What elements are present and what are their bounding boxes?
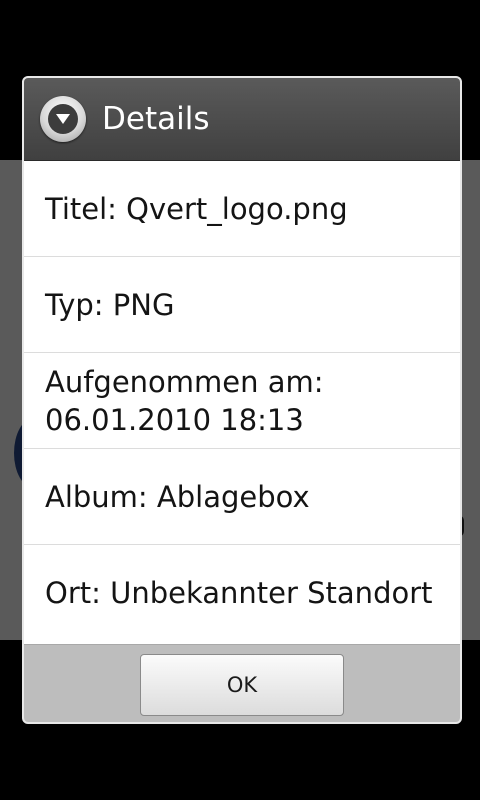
detail-row-date-taken: Aufgenommen am: 06.01.2010 18:13 [24, 353, 460, 449]
detail-row-location: Ort: Unbekannter Standort [24, 545, 460, 641]
details-list[interactable]: Titel: Qvert_logo.png Typ: PNG Aufgenomm… [24, 161, 460, 644]
detail-row-type: Typ: PNG [24, 257, 460, 353]
screen: Details Titel: Qvert_logo.png Typ: PNG A… [0, 0, 480, 800]
detail-row-album: Album: Ablagebox [24, 449, 460, 545]
dialog-button-bar: OK [24, 644, 460, 722]
ok-button[interactable]: OK [140, 653, 344, 716]
detail-location-text: Ort: Unbekannter Standort [45, 576, 433, 610]
detail-title-text: Titel: Qvert_logo.png [45, 191, 348, 226]
dialog-title: Details [102, 101, 210, 137]
detail-date-text: Aufgenommen am: 06.01.2010 18:13 [45, 364, 324, 437]
detail-album-text: Album: Ablagebox [45, 479, 310, 514]
dialog-header: Details [24, 78, 460, 161]
chevron-down-icon [48, 104, 78, 134]
details-dialog: Details Titel: Qvert_logo.png Typ: PNG A… [22, 76, 462, 724]
details-icon [40, 96, 86, 142]
detail-row-title: Titel: Qvert_logo.png [24, 161, 460, 257]
detail-type-text: Typ: PNG [45, 287, 175, 322]
